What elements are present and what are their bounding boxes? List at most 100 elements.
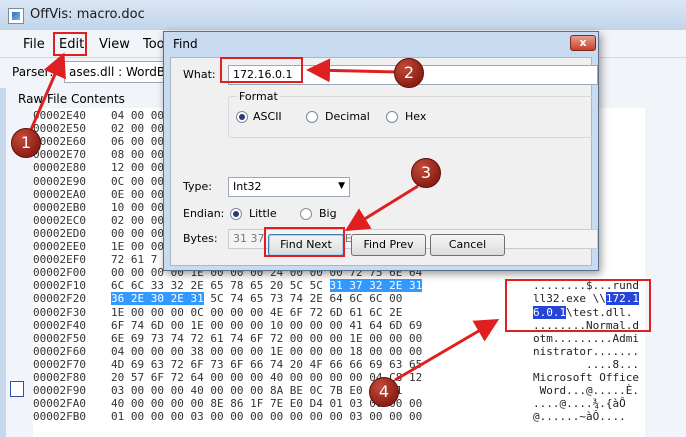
hex-bytes: 02 00 00	[111, 122, 164, 135]
menu-view[interactable]: View	[99, 37, 130, 52]
hex-address: 00002ED0	[33, 227, 86, 240]
hex-bytes: 04 00 00 00 38 00 00 00 1E 00 00 00 18 0…	[111, 345, 422, 358]
hex-bytes: 0C 00 00	[111, 175, 164, 188]
panel-title: Raw File Contents	[18, 92, 125, 106]
ascii-row: Word...@.....È.	[533, 384, 639, 397]
hex-address: 00002E80	[33, 161, 86, 174]
format-ascii-radio[interactable]	[236, 111, 248, 123]
app-icon	[8, 8, 24, 24]
hex-bytes: 08 00 00	[111, 148, 164, 161]
hex-bytes: 02 00 00	[111, 214, 164, 227]
ascii-text: nistrator.......	[533, 345, 639, 358]
type-select[interactable]: Int32 ▼	[228, 177, 350, 197]
hex-highlight: 36 2E 30 2E 31	[111, 292, 204, 305]
close-icon[interactable]: x	[570, 35, 596, 51]
hex-bytes-text: 1E 00 00 00 0C 00 00 00 4E 6F 72 6D 61 6…	[111, 306, 403, 319]
format-decimal-label: Decimal	[325, 110, 370, 123]
hex-bytes-text: 10 00 00	[111, 201, 164, 214]
hex-address: 00002E70	[33, 148, 86, 161]
hex-bytes-text: 72 61 7	[111, 253, 158, 266]
hex-bytes-text: 06 00 00	[111, 135, 164, 148]
find-prev-button[interactable]: Find Prev	[351, 234, 426, 256]
chevron-down-icon: ▼	[338, 181, 345, 191]
hex-bytes-text: 1E 00 00	[111, 240, 164, 253]
hex-bytes: 12 00 00	[111, 161, 164, 174]
format-hex-radio[interactable]	[386, 111, 398, 123]
hex-address: 00002F90	[33, 384, 86, 397]
endian-little-radio[interactable]	[230, 208, 242, 220]
parser-label: Parser:	[12, 65, 54, 79]
hex-bytes: 4D 69 63 72 6F 73 6F 66 74 20 4F 66 66 6…	[111, 358, 422, 371]
ascii-text: otm.........Admi	[533, 332, 639, 345]
hex-bytes: 10 00 00	[111, 201, 164, 214]
hex-bytes: 6F 74 6D 00 1E 00 00 00 10 00 00 00 41 6…	[111, 319, 422, 332]
hex-bytes-text: 03 00 00 00 40 00 00 00 8A BE 0C 7B E0 D…	[111, 384, 403, 397]
hex-highlight: 31 37 32 2E 31	[329, 279, 423, 292]
hex-address: 00002F70	[33, 358, 86, 371]
hex-bytes-text: 0E 00 00	[111, 188, 164, 201]
menu-tools[interactable]: Too	[143, 37, 165, 52]
menu-file[interactable]: File	[23, 37, 45, 52]
callout-2: 2	[394, 58, 424, 88]
find-dialog-title: Find	[173, 37, 198, 51]
callout-4: 4	[369, 377, 399, 407]
hex-bytes: 6E 69 73 74 72 61 74 6F 72 00 00 00 1E 0…	[111, 332, 422, 345]
hex-address: 00002F30	[33, 306, 86, 319]
endian-big-radio[interactable]	[300, 208, 312, 220]
callout-1: 1	[11, 128, 41, 158]
type-label: Type:	[183, 180, 212, 193]
endian-label: Endian:	[183, 207, 225, 220]
ascii-text: Microsoft Office	[533, 371, 639, 384]
hex-address: 00002F00	[33, 266, 86, 279]
hex-bytes: 1E 00 00	[111, 240, 164, 253]
ascii-row: Microsoft Office	[533, 371, 639, 384]
hex-bytes: 1E 00 00 00 0C 00 00 00 4E 6F 72 6D 61 6…	[111, 306, 402, 319]
hex-bytes-text: 01 00 00 00 03 00 00 00 00 00 00 00 03 0…	[111, 410, 423, 423]
hex-bytes-text: 02 00 00	[111, 214, 164, 227]
hex-address: 00002E90	[33, 175, 86, 188]
hex-bytes-text: 04 00 00	[111, 109, 164, 122]
hex-bytes: 04 00 00	[111, 109, 164, 122]
hex-bytes-text: 02 00 00	[111, 122, 164, 135]
hex-address: 00002F80	[33, 371, 86, 384]
hex-bytes-text: 08 00 00	[111, 148, 164, 161]
hex-bytes-text: 5C 74 65 73 74 2E 64 6C 6C 00	[203, 292, 403, 305]
annotation-box-edit	[53, 32, 87, 56]
hex-bytes: 72 61 7	[111, 253, 157, 266]
hex-bytes-text: 6F 74 6D 00 1E 00 00 00 10 00 00 00 41 6…	[111, 319, 423, 332]
hex-bytes-text: 00 00 00	[111, 227, 164, 240]
parser-select[interactable]: ases.dll : WordBinary	[64, 61, 174, 83]
hex-address: 00002F40	[33, 319, 86, 332]
hex-bytes: 03 00 00 00 40 00 00 00 8A BE 0C 7B E0 D…	[111, 384, 402, 397]
hex-address: 00002F20	[33, 292, 86, 305]
hex-bytes: 06 00 00	[111, 135, 164, 148]
ascii-row: ....@....¾.{àÔ	[533, 397, 626, 410]
find-title-bar[interactable]: Find x	[164, 32, 598, 58]
annotation-box-find-next	[264, 227, 345, 257]
hex-address: 00002E40	[33, 109, 86, 122]
hex-address: 00002FB0	[33, 410, 86, 423]
ascii-row: otm.........Admi	[533, 332, 639, 345]
hex-bytes-text: 6E 69 73 74 72 61 74 6F 72 00 00 00 1E 0…	[111, 332, 423, 345]
hex-bytes: 36 2E 30 2E 31 5C 74 65 73 74 2E 64 6C 6…	[111, 292, 402, 305]
hex-address: 00002EA0	[33, 188, 86, 201]
hex-bytes: 00 00 00	[111, 227, 164, 240]
row-marker	[10, 381, 24, 397]
format-legend: Format	[237, 90, 280, 103]
hex-bytes-text: 12 00 00	[111, 161, 164, 174]
window-title: OffVis: macro.doc	[30, 7, 145, 22]
format-decimal-radio[interactable]	[306, 111, 318, 123]
hex-address: 00002FA0	[33, 397, 86, 410]
hex-address: 00002EC0	[33, 214, 86, 227]
hex-address: 00002F60	[33, 345, 86, 358]
ascii-text: @......~àÔ....	[533, 410, 626, 423]
hex-address: 00002F50	[33, 332, 86, 345]
hex-bytes: 0E 00 00	[111, 188, 164, 201]
hex-bytes-text: 4D 69 63 72 6F 73 6F 66 74 20 4F 66 66 6…	[111, 358, 423, 371]
hex-address: 00002E50	[33, 122, 86, 135]
cancel-button[interactable]: Cancel	[430, 234, 505, 256]
format-hex-label: Hex	[405, 110, 427, 123]
annotation-box-match	[505, 279, 651, 332]
format-ascii-label: ASCII	[253, 110, 282, 123]
hex-bytes-text: 6C 6C 33 32 2E 65 78 65 20 5C 5C	[111, 279, 330, 292]
